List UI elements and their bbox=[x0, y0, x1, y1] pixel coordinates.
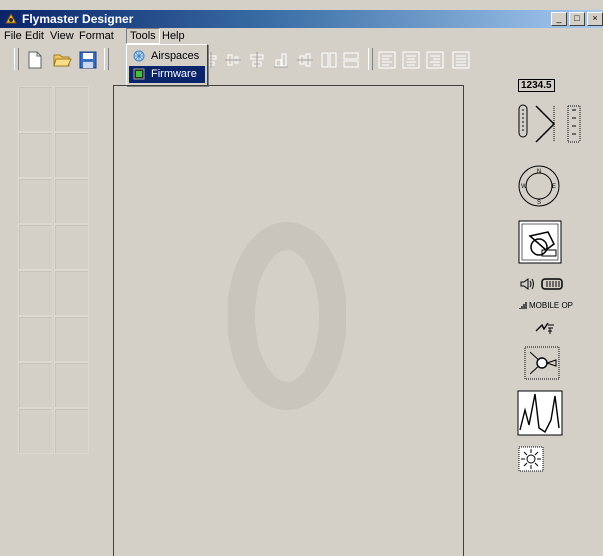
title-bar: Flymaster Designer _ □ × bbox=[0, 10, 603, 28]
airspaces-label: Airspaces bbox=[151, 50, 200, 62]
compass-icon[interactable]: N E S W bbox=[517, 164, 561, 208]
minimize-button[interactable]: _ bbox=[551, 12, 567, 26]
open-folder-icon[interactable] bbox=[52, 50, 72, 70]
same-width-icon[interactable] bbox=[320, 51, 338, 69]
window-title: Flymaster Designer bbox=[22, 12, 134, 26]
menu-view[interactable]: View bbox=[50, 30, 74, 42]
toolbar bbox=[0, 44, 603, 75]
toolbar-separator bbox=[104, 48, 109, 70]
firmware-label: Firmware bbox=[151, 68, 197, 80]
maximize-button[interactable]: □ bbox=[569, 12, 585, 26]
palette-cell[interactable] bbox=[18, 362, 53, 408]
flight-status-icon[interactable] bbox=[534, 321, 556, 335]
speaker-icon[interactable] bbox=[519, 277, 537, 291]
palette-cell[interactable] bbox=[18, 178, 53, 224]
vario-bar-widgets-icon[interactable] bbox=[516, 102, 586, 144]
airspaces-icon bbox=[133, 50, 145, 62]
text-justify-icon[interactable] bbox=[452, 51, 470, 69]
palette-cell[interactable] bbox=[18, 224, 53, 270]
palette-cell[interactable] bbox=[54, 178, 89, 224]
same-height-icon[interactable] bbox=[342, 51, 360, 69]
new-file-icon[interactable] bbox=[25, 50, 45, 70]
altitude-graph-icon[interactable] bbox=[517, 390, 563, 436]
left-widget-palette bbox=[18, 86, 89, 456]
compass-south-label: S bbox=[537, 200, 541, 206]
close-button[interactable]: × bbox=[587, 12, 603, 26]
waypoint-arrow-icon[interactable] bbox=[524, 346, 560, 380]
window-controls: _ □ × bbox=[551, 12, 603, 26]
menu-tools[interactable]: Tools bbox=[126, 28, 160, 44]
menu-edit[interactable]: Edit bbox=[25, 30, 44, 42]
palette-cell[interactable] bbox=[54, 316, 89, 362]
palette-cell[interactable] bbox=[18, 132, 53, 178]
compass-west-label: W bbox=[521, 184, 527, 190]
toolbar-separator bbox=[368, 48, 373, 70]
align-middle-icon[interactable] bbox=[272, 51, 290, 69]
palette-cell[interactable] bbox=[54, 224, 89, 270]
menu-help[interactable]: Help bbox=[162, 30, 185, 42]
menu-item-airspaces[interactable]: Airspaces bbox=[129, 48, 205, 65]
palette-cell[interactable] bbox=[18, 316, 53, 362]
palette-cell[interactable] bbox=[54, 270, 89, 316]
menu-bar: File Edit View Format Tools Help bbox=[0, 28, 603, 44]
mobile-operator-label: MOBILE OP bbox=[529, 301, 574, 310]
palette-cell[interactable] bbox=[54, 408, 89, 454]
compass-east-label: E bbox=[552, 184, 556, 190]
palette-cell[interactable] bbox=[54, 132, 89, 178]
menu-format[interactable]: Format bbox=[79, 30, 114, 42]
image-widget-icon[interactable] bbox=[518, 220, 562, 264]
text-align-left-icon[interactable] bbox=[378, 51, 396, 69]
mobile-operator-widget[interactable]: MOBILE OP bbox=[519, 301, 579, 311]
toolbar-grip bbox=[14, 48, 19, 70]
align-right-icon[interactable] bbox=[224, 51, 242, 69]
number-widget[interactable]: 1234.5 bbox=[518, 79, 555, 92]
tools-menu: Airspaces Firmware bbox=[126, 44, 208, 86]
save-disk-icon[interactable] bbox=[78, 50, 98, 70]
text-align-center-icon[interactable] bbox=[402, 51, 420, 69]
menu-item-firmware[interactable]: Firmware bbox=[129, 66, 205, 83]
palette-cell[interactable] bbox=[18, 86, 53, 132]
signal-bars-icon bbox=[519, 302, 527, 309]
battery-icon[interactable] bbox=[540, 277, 564, 291]
align-bottom-icon[interactable] bbox=[296, 51, 314, 69]
palette-cell[interactable] bbox=[54, 362, 89, 408]
compass-north-label: N bbox=[537, 169, 541, 175]
flymaster-logo-icon bbox=[5, 12, 17, 24]
text-align-right-icon[interactable] bbox=[426, 51, 444, 69]
firmware-chip-icon bbox=[133, 68, 145, 80]
align-top-icon[interactable] bbox=[248, 51, 266, 69]
menu-file[interactable]: File bbox=[4, 30, 22, 42]
canvas-zero-digit bbox=[228, 222, 346, 410]
thermal-sun-icon[interactable] bbox=[518, 446, 544, 472]
palette-cell[interactable] bbox=[54, 86, 89, 132]
palette-cell[interactable] bbox=[18, 408, 53, 454]
palette-cell[interactable] bbox=[18, 270, 53, 316]
